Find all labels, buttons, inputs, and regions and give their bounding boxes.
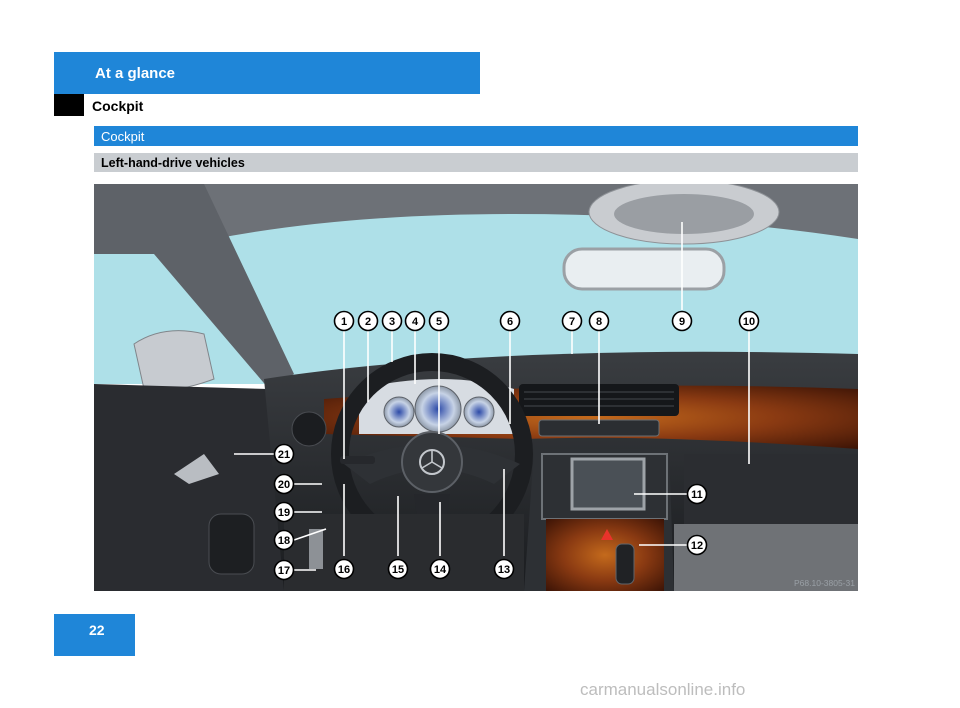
callout-21: 21	[273, 443, 295, 465]
callout-6: 6	[499, 310, 521, 332]
left-vent	[291, 411, 327, 447]
subsection-bar-label: Left-hand-drive vehicles	[101, 156, 245, 170]
callout-label: 10	[743, 316, 755, 328]
right-gauge	[463, 396, 495, 428]
section-title: At a glance	[95, 65, 176, 82]
callout-label: 18	[278, 535, 290, 547]
page-number-tab: 22	[54, 614, 135, 656]
callout-label: 3	[389, 316, 395, 328]
callout-label: 20	[278, 479, 290, 491]
page-number: 22	[89, 622, 105, 638]
callout-9: 9	[671, 310, 693, 332]
side-mirror	[133, 330, 215, 391]
callout-12: 12	[686, 534, 708, 556]
subsection-bar: Left-hand-drive vehicles	[94, 153, 858, 172]
callout-10: 10	[738, 310, 760, 332]
callout-3: 3	[381, 310, 403, 332]
cockpit-illustration: 1 2 3 4 5 6 7 8 9 10 11 12 13 14 15 16 17 18 19 20 21 P68.10…	[94, 184, 858, 591]
callout-label: 1	[341, 316, 347, 328]
callout-19: 19	[273, 501, 295, 523]
section-title-tab: At a glance	[54, 52, 480, 94]
speedometer	[414, 385, 462, 433]
callout-label: 21	[278, 449, 290, 461]
callout-label: 16	[338, 564, 350, 576]
callout-20: 20	[273, 473, 295, 495]
brake-pedal	[309, 529, 323, 569]
door-panel	[94, 384, 294, 591]
image-code: P68.10-3805-31	[794, 578, 855, 588]
callout-17: 17	[273, 559, 295, 581]
callout-13: 13	[493, 558, 515, 580]
callout-8: 8	[588, 310, 610, 332]
callout-label: 4	[412, 316, 419, 328]
callout-label: 17	[278, 565, 290, 577]
gear-selector	[615, 543, 635, 585]
cruise-control-lever	[340, 456, 375, 464]
callout-18: 18	[273, 529, 295, 551]
callout-label: 12	[691, 540, 703, 552]
left-gauge	[383, 396, 415, 428]
callout-label: 7	[569, 316, 575, 328]
callout-2: 2	[357, 310, 379, 332]
watermark: carmanualsonline.info	[580, 680, 746, 699]
callout-5: 5	[428, 310, 450, 332]
callout-15: 15	[387, 558, 409, 580]
section-bar-label: Cockpit	[101, 129, 145, 144]
callout-7: 7	[561, 310, 583, 332]
lower-wood-trim	[546, 519, 664, 591]
window-switches	[208, 513, 255, 575]
callout-16: 16	[333, 558, 355, 580]
glove-box	[684, 454, 858, 524]
callout-14: 14	[429, 558, 451, 580]
callout-11: 11	[686, 483, 708, 505]
callout-label: 15	[392, 564, 404, 576]
callout-label: 5	[436, 316, 442, 328]
callout-label: 14	[434, 564, 447, 576]
comand-display	[570, 457, 646, 511]
chapter-marker	[54, 94, 84, 116]
callout-label: 2	[365, 316, 371, 328]
callout-label: 13	[498, 564, 510, 576]
callout-label: 19	[278, 507, 290, 519]
page-heading: Cockpit	[92, 98, 144, 114]
callout-label: 6	[507, 316, 513, 328]
rear-view-mirror	[562, 247, 726, 291]
callout-4: 4	[404, 310, 426, 332]
callout-label: 11	[691, 489, 703, 501]
callout-label: 8	[596, 316, 602, 328]
callout-label: 9	[679, 316, 685, 328]
section-bar: Cockpit	[94, 126, 858, 146]
callout-1: 1	[333, 310, 355, 332]
